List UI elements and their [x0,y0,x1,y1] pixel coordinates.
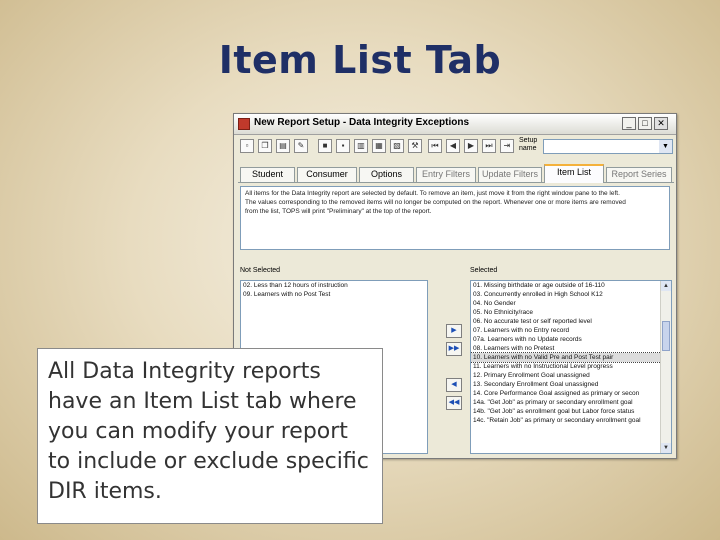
list-item-selected[interactable]: 10. Learners with no Valid Pre and Post … [471,352,671,363]
setup-name-label: Setup name [519,137,538,152]
selected-list-scrollbar[interactable]: ▲ ▼ [660,281,671,453]
scroll-up-icon[interactable]: ▲ [661,281,671,291]
selected-list[interactable]: 01. Missing birthdate or age outside of … [470,280,672,454]
list-item[interactable]: 06. No accurate test or self reported le… [471,317,671,326]
tools-icon[interactable]: ⚒ [408,139,422,153]
window-titlebar: New Report Setup - Data Integrity Except… [234,114,676,135]
list-item[interactable]: 11. Learners with no Instructional Level… [471,362,671,371]
move-left-button[interactable]: ◀ [446,378,462,392]
tab-entry-filters[interactable]: Entry Filters [416,167,476,182]
previous-record-icon[interactable]: ◀ [446,139,460,153]
list-item[interactable]: 14. Core Performance Goal assigned as pr… [471,389,671,398]
tab-update-filters[interactable]: Update Filters [478,167,542,182]
move-right-button[interactable]: ▶ [446,324,462,338]
list-item[interactable]: 08. Learners with no Pretest [471,344,671,353]
scroll-down-icon[interactable]: ▼ [661,443,671,453]
tab-item-list[interactable]: Item List [544,164,604,183]
callout-text: All Data Integrity reports have an Item … [48,359,369,504]
list-item[interactable]: 01. Missing birthdate or age outside of … [471,281,671,290]
list-item[interactable]: 12. Primary Enrollment Goal unassigned [471,371,671,380]
close-icon[interactable]: ✕ [654,117,668,130]
last-record-icon[interactable]: ⏭ [482,139,496,153]
tab-report-series[interactable]: Report Series [606,167,672,182]
maximize-icon[interactable]: □ [638,117,652,130]
callout-box: All Data Integrity reports have an Item … [37,348,383,524]
info-line: The values corresponding to the removed … [245,199,626,206]
list-item[interactable]: 02. Less than 12 hours of instruction [241,281,427,290]
tab-options[interactable]: Options [359,167,414,182]
edit-icon[interactable]: ✎ [294,139,308,153]
window-title: New Report Setup - Data Integrity Except… [254,117,470,128]
minimize-icon[interactable]: _ [622,117,636,130]
tab-student[interactable]: Student [240,167,295,182]
list-item[interactable]: 03. Concurrently enrolled in High School… [471,290,671,299]
move-all-left-button[interactable]: ◀◀ [446,396,462,410]
info-line: from the list, TOPS will print "Prelimin… [245,208,432,215]
list-item[interactable]: 09. Learners with no Post Test [241,290,427,299]
scroll-thumb[interactable] [662,321,670,351]
attach-icon[interactable]: ▥ [354,139,368,153]
list-item[interactable]: 14c. "Retain Job" as primary or secondar… [471,416,671,425]
print-icon[interactable]: ▧ [390,139,404,153]
save-icon[interactable]: ■ [318,139,332,153]
not-selected-label: Not Selected [240,267,281,274]
slide-title: Item List Tab [218,38,502,82]
exit-icon[interactable]: ⇥ [500,139,514,153]
first-record-icon[interactable]: ⏮ [428,139,442,153]
info-text-box: All items for the Data Integrity report … [240,186,670,250]
toolbar: ▫ ❐ ▤ ✎ ■ ▪ ▥ ▦ ▧ ⚒ ⏮ ◀ ▶ ⏭ ⇥ Setup name… [236,136,676,158]
paste-icon[interactable]: ▤ [276,139,290,153]
next-record-icon[interactable]: ▶ [464,139,478,153]
list-item[interactable]: 04. No Gender [471,299,671,308]
new-file-icon[interactable]: ▫ [240,139,254,153]
info-line: All items for the Data Integrity report … [245,190,620,197]
app-icon [238,118,250,130]
move-all-right-button[interactable]: ▶▶ [446,342,462,356]
copy-icon[interactable]: ❐ [258,139,272,153]
print-preview-icon[interactable]: ▦ [372,139,386,153]
list-item[interactable]: 07. Learners with no Entry record [471,326,671,335]
list-item[interactable]: 13. Secondary Enrollment Goal unassigned [471,380,671,389]
tab-strip: Student Consumer Options Entry Filters U… [238,164,674,183]
list-item[interactable]: 14a. "Get Job" as primary or secondary e… [471,398,671,407]
list-item[interactable]: 07a. Learners with no Update records [471,335,671,344]
list-item[interactable]: 05. No Ethnicity/race [471,308,671,317]
selected-label: Selected [470,267,498,274]
tab-consumer[interactable]: Consumer [297,167,357,182]
chevron-down-icon[interactable]: ▼ [659,140,672,153]
list-item[interactable]: 14b. "Get Job" as enrollment goal but La… [471,407,671,416]
delete-row-icon[interactable]: ▪ [336,139,350,153]
setup-name-select[interactable]: ▼ [543,139,673,154]
